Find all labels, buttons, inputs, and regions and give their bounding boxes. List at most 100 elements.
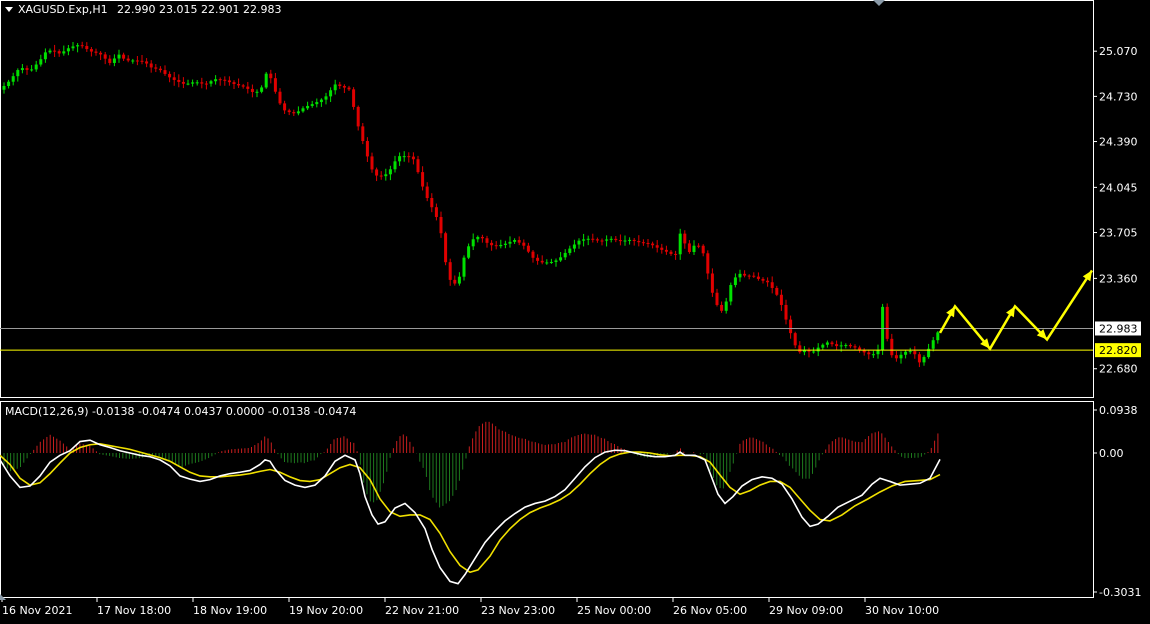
candle	[922, 355, 926, 366]
candle	[526, 242, 530, 254]
candle	[476, 235, 480, 243]
candle	[674, 250, 678, 260]
candle	[223, 76, 227, 86]
candle	[241, 83, 245, 89]
candle	[71, 41, 75, 51]
candle	[273, 72, 277, 94]
candle	[301, 106, 305, 113]
price-tag-label: 22.983	[1099, 322, 1138, 335]
candle	[444, 231, 448, 266]
candle	[779, 289, 783, 311]
candle	[568, 245, 572, 256]
candle	[126, 55, 130, 63]
candle	[540, 255, 544, 265]
candle	[30, 65, 34, 72]
candle	[393, 155, 397, 173]
candle	[375, 167, 379, 182]
candle	[20, 64, 24, 74]
candle	[66, 44, 70, 56]
candle	[434, 203, 438, 221]
candle	[798, 341, 802, 354]
candle	[227, 76, 231, 86]
candle	[218, 77, 222, 86]
candle	[122, 52, 126, 61]
candle	[582, 233, 586, 247]
candle	[761, 277, 765, 284]
collapse-triangle-icon[interactable]	[5, 7, 13, 12]
price-tick-label: 24.045	[1099, 181, 1138, 194]
candle	[485, 235, 489, 248]
candle	[577, 238, 581, 249]
candle	[600, 238, 604, 246]
candle	[752, 272, 756, 278]
candle	[338, 81, 342, 90]
candle	[678, 228, 682, 260]
candle	[370, 152, 374, 173]
chart-shift-marker-icon[interactable]	[873, 0, 885, 6]
time-tick-label: 22 Nov 21:00	[385, 604, 459, 617]
candle	[720, 301, 724, 313]
candle	[789, 315, 793, 339]
candle	[651, 241, 655, 249]
candle	[480, 234, 484, 243]
forecast-line[interactable]	[938, 269, 1094, 351]
candle	[743, 270, 747, 278]
candle	[706, 250, 710, 280]
candle	[660, 243, 664, 254]
candle	[342, 84, 346, 94]
candle	[135, 55, 139, 66]
candle	[398, 152, 402, 166]
candle	[559, 252, 563, 262]
candle	[936, 331, 940, 344]
candle	[356, 105, 360, 131]
time-tick-label: 26 Nov 05:00	[673, 604, 747, 617]
candle	[503, 240, 507, 249]
macd-tick-label: 0.00	[1099, 447, 1124, 460]
candle	[172, 72, 176, 86]
candle	[283, 100, 287, 114]
candle	[881, 303, 885, 355]
candle	[715, 288, 719, 307]
candle	[39, 54, 43, 67]
candle	[319, 98, 323, 107]
candle	[25, 65, 29, 75]
candle	[867, 349, 871, 360]
candle	[531, 250, 535, 263]
candle	[545, 259, 549, 265]
candle	[669, 249, 673, 256]
candle	[324, 92, 328, 105]
candle	[140, 55, 144, 65]
candle	[766, 277, 770, 287]
candle	[623, 235, 627, 246]
candle	[237, 78, 241, 88]
time-tick-label: 30 Nov 10:00	[865, 604, 939, 617]
axes: 25.070 24.730 24.390 24.045 23.705 23.360 22.6…	[1, 45, 1141, 617]
candle	[646, 239, 650, 248]
candle	[158, 66, 162, 73]
candle	[379, 171, 383, 180]
time-tick-label: 25 Nov 00:00	[577, 604, 651, 617]
candle	[692, 240, 696, 255]
candle	[117, 49, 121, 63]
time-tick-label: 23 Nov 23:00	[481, 604, 555, 617]
candle	[572, 239, 576, 253]
candle	[200, 77, 204, 89]
candle	[499, 239, 503, 249]
candle	[246, 81, 250, 94]
candle	[733, 273, 737, 288]
macd-histogram	[3, 421, 939, 508]
candle	[34, 60, 38, 72]
candle	[48, 48, 52, 54]
candle	[876, 344, 880, 359]
candle	[448, 258, 452, 286]
candle	[853, 344, 857, 351]
candle	[885, 303, 889, 342]
candle	[729, 282, 733, 306]
candle	[858, 345, 862, 353]
candle	[94, 48, 98, 56]
price-tick-label: 24.730	[1099, 90, 1138, 103]
candle	[637, 235, 641, 247]
candle	[793, 331, 797, 349]
candle	[890, 333, 894, 358]
candle	[145, 58, 149, 68]
